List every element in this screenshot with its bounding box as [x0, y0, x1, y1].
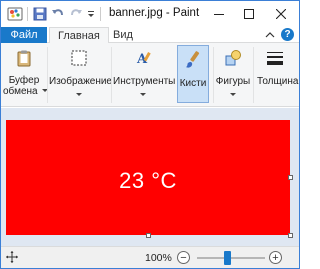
size-label: Толщина: [257, 76, 299, 87]
brush-icon: [184, 50, 204, 73]
zoom-out-button[interactable]: −: [177, 251, 190, 264]
ribbon-separator: [253, 47, 254, 103]
line-size-icon: [266, 49, 284, 67]
brushes-button[interactable]: Кисти: [177, 45, 209, 103]
title-separator: [27, 7, 28, 21]
chevron-down-icon: [76, 93, 82, 96]
resize-handle-bottom[interactable]: [146, 233, 151, 238]
shapes-label: Фигуры: [215, 76, 251, 87]
resize-handle-right[interactable]: [288, 175, 293, 180]
tools-label: Инструменты: [113, 76, 176, 87]
ribbon-separator: [213, 47, 214, 103]
cursor-position-icon: [6, 251, 18, 266]
clipboard-group[interactable]: Буфер обмена: [3, 43, 49, 107]
text-tool-icon: A: [134, 49, 152, 67]
drawing-canvas[interactable]: 23 °C: [6, 120, 290, 235]
undo-icon[interactable]: [51, 6, 65, 22]
help-icon[interactable]: ?: [281, 28, 294, 41]
select-image-icon: [70, 49, 88, 67]
image-label: Изображение: [49, 76, 112, 87]
chevron-down-icon: [140, 93, 146, 96]
resize-handle-corner[interactable]: [288, 233, 293, 238]
image-group[interactable]: Изображение: [49, 43, 112, 107]
collapse-ribbon-icon[interactable]: [265, 30, 275, 43]
zoom-level: 100%: [145, 252, 172, 264]
chevron-down-icon: [230, 93, 236, 96]
paint-app-icon[interactable]: [7, 6, 23, 22]
tools-group[interactable]: A Инструменты: [113, 43, 176, 107]
status-bar: 100% − +: [1, 246, 299, 268]
brushes-label: Кисти: [179, 78, 207, 89]
shapes-icon: [224, 49, 242, 67]
customize-toolbar-icon[interactable]: [87, 6, 95, 22]
canvas-workspace: 23 °C: [1, 108, 299, 246]
size-group[interactable]: Толщина: [255, 43, 299, 107]
redo-icon[interactable]: [69, 6, 83, 22]
ribbon-separator: [111, 47, 112, 103]
minimize-button[interactable]: [204, 1, 234, 27]
ribbon: Буфер обмена Изображение A Инструменты К…: [1, 43, 299, 107]
clipboard-label-line1: Буфер: [8, 75, 40, 86]
ribbon-separator: [47, 47, 48, 103]
title-separator: [100, 7, 101, 21]
zoom-slider-thumb[interactable]: [224, 251, 232, 265]
window-title: banner.jpg - Paint: [109, 7, 200, 19]
paint-window: banner.jpg - Paint Файл Главная Вид ? Бу…: [0, 0, 300, 269]
title-bar: banner.jpg - Paint: [1, 1, 299, 27]
save-icon[interactable]: [33, 6, 47, 22]
canvas-text: 23 °C: [119, 168, 177, 193]
tab-file[interactable]: Файл: [1, 27, 47, 43]
ribbon-tabs: Файл Главная Вид ?: [1, 27, 299, 44]
tab-view[interactable]: Вид: [105, 27, 141, 43]
close-button[interactable]: [266, 1, 296, 27]
maximize-button[interactable]: [234, 1, 264, 27]
clipboard-label-line2: обмена: [3, 86, 38, 97]
clipboard-icon: [15, 49, 33, 67]
shapes-group[interactable]: Фигуры: [215, 43, 251, 107]
tab-home[interactable]: Главная: [49, 27, 109, 44]
zoom-in-button[interactable]: +: [269, 251, 282, 264]
